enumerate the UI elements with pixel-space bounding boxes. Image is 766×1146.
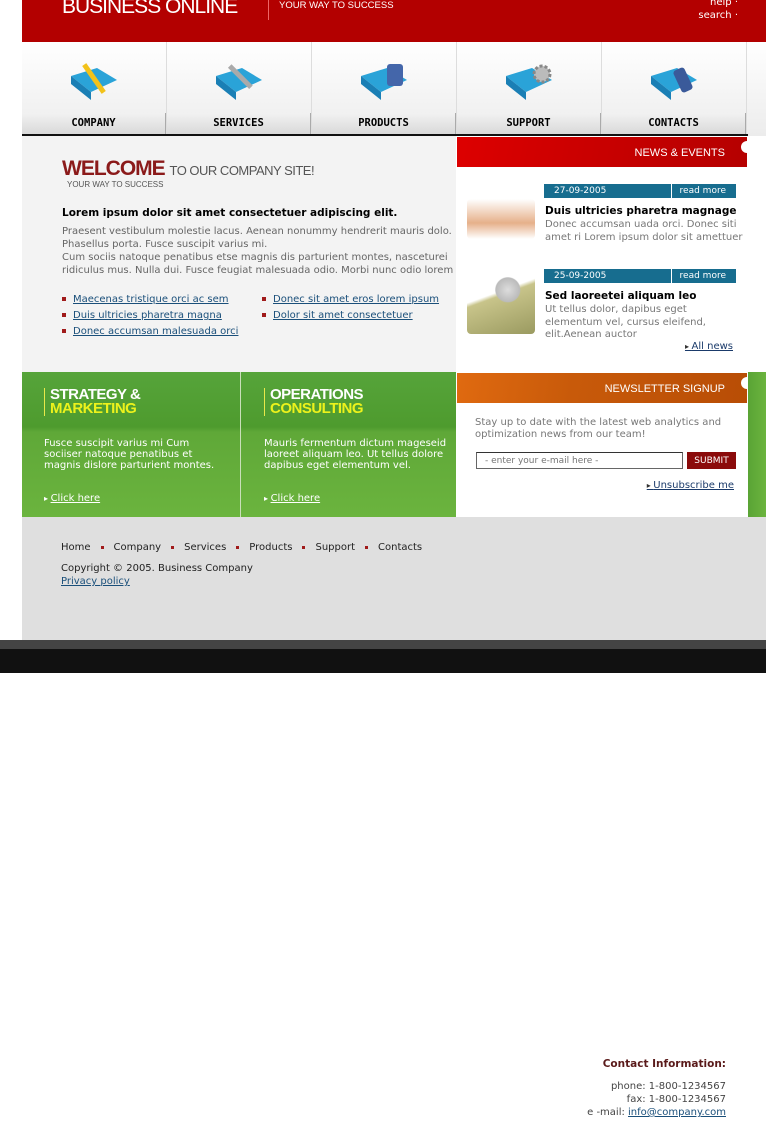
privacy-policy-link[interactable]: Privacy policy — [61, 576, 130, 587]
click-here-link[interactable]: Click here — [271, 493, 321, 504]
feature-text: Fusce suscipit varius mi Cum sociiser na… — [44, 438, 215, 471]
welcome-link[interactable]: Donec sit amet eros lorem ipsum — [262, 294, 439, 305]
read-more-link[interactable]: read more — [680, 186, 726, 196]
news-title[interactable]: Duis ultricies pharetra magnage — [545, 205, 736, 217]
contact-info: Contact Information: phone: 1-800-123456… — [457, 1034, 750, 1146]
read-more-link[interactable]: read more — [680, 271, 726, 281]
welcome-section: WELCOME TO OUR COMPANY SITE! YOUR WAY TO… — [22, 136, 456, 372]
right-green-strip — [748, 372, 766, 517]
help-link[interactable]: help — [710, 0, 732, 8]
logo[interactable]: BUSINESS ONLINE — [62, 0, 238, 19]
phone-folder-icon — [651, 67, 697, 100]
nav-item-support[interactable]: SUPPORT — [457, 42, 602, 134]
welcome-link[interactable]: Duis ultricies pharetra magna — [62, 310, 222, 321]
news-date-bar: 25-09-2005 read more — [544, 269, 736, 283]
footer-nav: Home Company Services Products Support Contac… — [61, 542, 422, 553]
features-section: STRATEGY & MARKETING Fusce suscipit variu… — [22, 372, 461, 517]
welcome-link[interactable]: Maecenas tristique orci ac sem — [62, 294, 229, 305]
footer-link-company[interactable]: Company — [114, 542, 162, 553]
footer-link-products[interactable]: Products — [249, 542, 292, 553]
welcome-link[interactable]: Donec accumsan malesuada orci — [62, 326, 238, 337]
news-section: NEWS & EVENTS 27-09-2005 read more Duis u… — [457, 136, 753, 372]
contact-email: e -mail: info@company.com — [587, 1107, 726, 1118]
news-title[interactable]: Sed laoreetei aliquam leo — [545, 290, 696, 302]
contact-fax: fax: 1-800-1234567 — [626, 1094, 726, 1105]
nav-item-services[interactable]: SERVICES — [167, 42, 312, 134]
feature-text: Mauris fermentum dictum mageseid laoreet… — [264, 438, 447, 471]
contact-phone: phone: 1-800-1234567 — [610, 1081, 726, 1092]
contact-title: Contact Information: — [602, 1058, 726, 1070]
welcome-lead: Lorem ipsum dolor sit amet consectetuer … — [62, 207, 398, 219]
hand-mouse-image — [467, 199, 535, 239]
news-header: NEWS & EVENTS — [457, 137, 753, 167]
newsletter-section: NEWSLETTER SIGNUP Stay up to date with t… — [457, 372, 753, 517]
unsubscribe-link[interactable]: Unsubscribe me — [647, 480, 734, 491]
welcome-link[interactable]: Dolor sit amet consectetuer — [262, 310, 413, 321]
bottom-bar — [0, 640, 766, 673]
news-date-bar: 27-09-2005 read more — [544, 184, 736, 198]
copyright: Copyright © 2005. Business Company — [61, 563, 253, 574]
wrench-folder-icon — [216, 64, 262, 100]
news-text: Ut tellus dolor, dapibus eget elementum … — [545, 304, 706, 340]
footer-link-contacts[interactable]: Contacts — [378, 542, 422, 553]
newsletter-header: NEWSLETTER SIGNUP — [457, 373, 753, 403]
newsletter-text: Stay up to date with the latest web anal… — [475, 417, 722, 440]
click-here-link[interactable]: Click here — [51, 493, 101, 504]
gear-folder-icon — [506, 64, 552, 100]
footer-link-home[interactable]: Home — [61, 542, 91, 553]
tagline: YOUR WAY TO SUCCESS — [268, 0, 394, 20]
feature-operations: OPERATIONS CONSULTING Mauris fermentum di… — [242, 372, 461, 517]
header: BUSINESS ONLINE YOUR WAY TO SUCCESS help… — [22, 0, 766, 42]
device-folder-icon — [361, 64, 407, 100]
welcome-body: Praesent vestibulum molestie lacus. Aene… — [62, 226, 454, 276]
nav-item-company[interactable]: COMPANY — [22, 42, 167, 134]
all-news-link[interactable]: All news — [685, 341, 733, 352]
feature-heading: OPERATIONS CONSULTING — [264, 387, 364, 416]
pencil-folder-icon — [71, 63, 117, 100]
money-stopwatch-image — [467, 266, 535, 334]
welcome-title: WELCOME TO OUR COMPANY SITE! — [62, 157, 315, 180]
search-link[interactable]: search — [698, 10, 731, 21]
email-link[interactable]: info@company.com — [628, 1107, 726, 1118]
footer-link-services[interactable]: Services — [184, 542, 226, 553]
feature-heading: STRATEGY & MARKETING — [44, 387, 141, 416]
submit-button[interactable]: SUBMIT — [687, 452, 736, 469]
welcome-subtitle: YOUR WAY TO SUCCESS — [67, 180, 164, 189]
utility-links: help · search · — [698, 0, 738, 22]
email-input[interactable] — [476, 452, 683, 469]
footer-link-support[interactable]: Support — [315, 542, 355, 553]
nav-item-contacts[interactable]: CONTACTS — [602, 42, 747, 134]
feature-strategy: STRATEGY & MARKETING Fusce suscipit variu… — [22, 372, 241, 517]
main-nav: COMPANY SERVICES PRODUCTS SUPPORT CONTAC… — [22, 42, 766, 136]
footer: Home Company Services Products Support Contac… — [22, 517, 766, 1146]
news-text: Donec accumsan uada orci. Donec siti ame… — [545, 219, 743, 243]
nav-item-products[interactable]: PRODUCTS — [312, 42, 457, 134]
